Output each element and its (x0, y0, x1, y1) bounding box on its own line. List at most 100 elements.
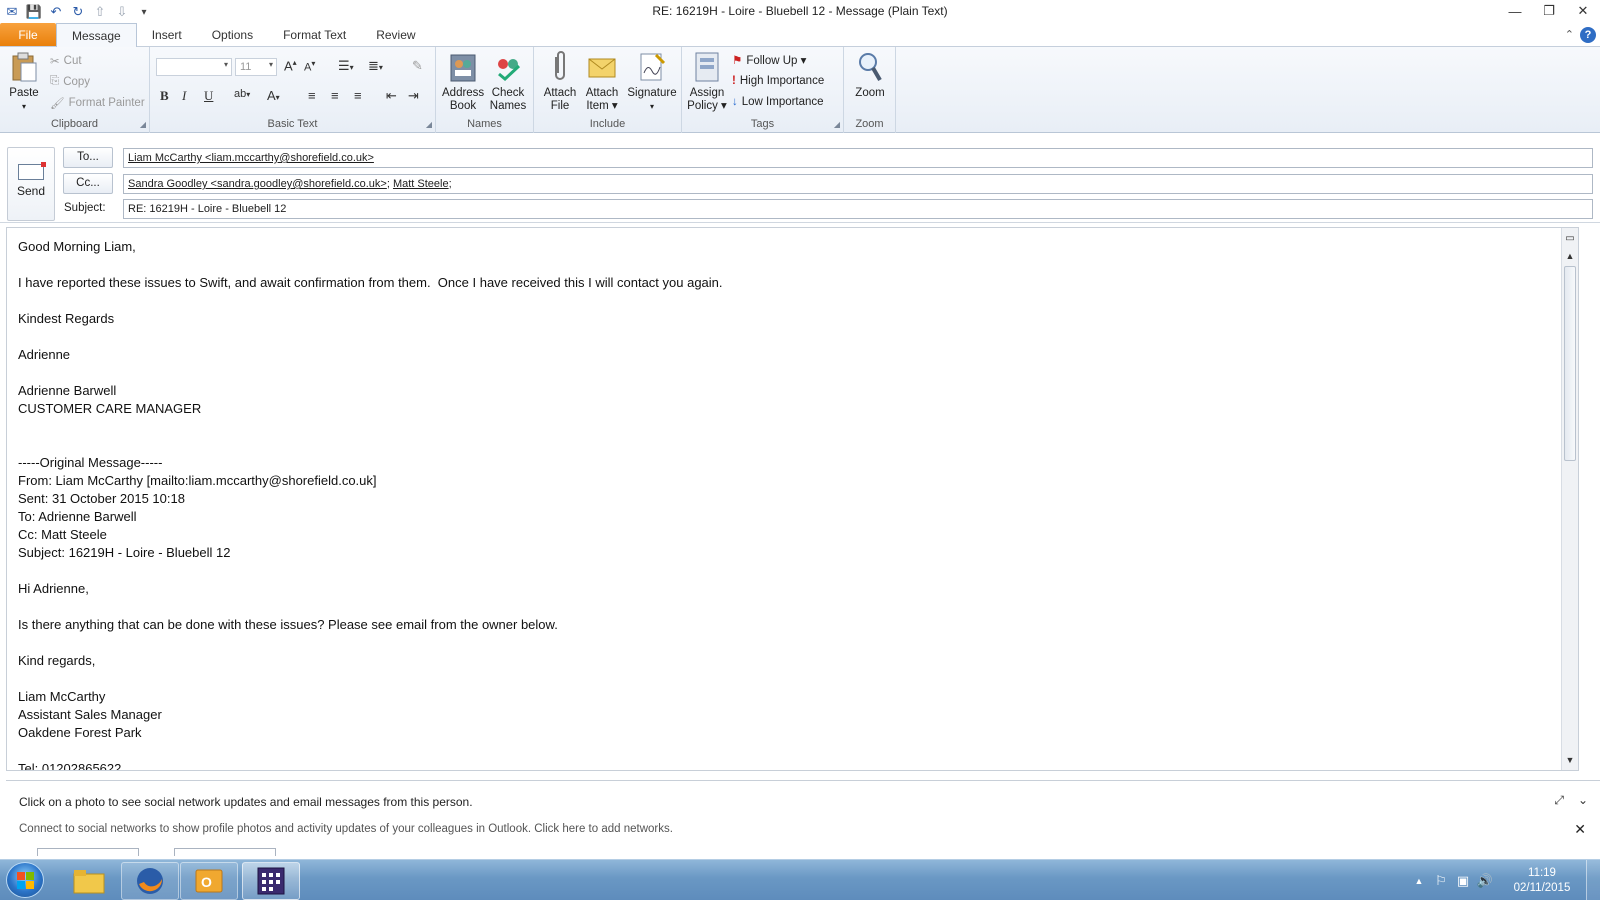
undo-icon[interactable]: ↶ (46, 3, 66, 21)
bullets-icon[interactable]: ☰▾ (338, 58, 354, 74)
zoom-group: Zoom Zoom (844, 47, 896, 133)
increase-indent-icon[interactable]: ⇥ (408, 88, 419, 104)
attach-item-button[interactable]: Attach Item ▾ (582, 51, 622, 113)
body-line: I have reported these issues to Swift, a… (18, 275, 723, 290)
previous-item-icon[interactable]: ⇧ (90, 3, 110, 21)
to-button[interactable]: To... (63, 146, 113, 168)
clock[interactable]: 11:19 02/11/2015 (1502, 866, 1582, 896)
underline-icon[interactable]: U (204, 88, 213, 104)
cc-field[interactable]: Sandra Goodley <sandra.goodley@shorefiel… (123, 174, 1593, 194)
calendar-app-taskbar-button[interactable] (242, 862, 300, 900)
align-center-icon[interactable]: ≡ (331, 88, 339, 103)
volume-icon[interactable]: 🔊 (1474, 871, 1496, 891)
include-group: Attach File Attach Item ▾ Signature ▾ In… (534, 47, 682, 133)
tab-file[interactable]: File (0, 23, 56, 46)
signature-button[interactable]: Signature ▾ (624, 51, 680, 113)
send-label: Send (16, 184, 46, 198)
network-icon[interactable]: ▣ (1452, 871, 1474, 891)
body-text[interactable]: Good Morning Liam, I have reported these … (18, 238, 723, 770)
tab-review[interactable]: Review (361, 23, 430, 46)
tab-options[interactable]: Options (197, 23, 268, 46)
font-color-icon[interactable]: A▾ (267, 88, 280, 103)
down-arrow-icon: ↓ (732, 96, 738, 108)
clear-formatting-icon[interactable]: ✎ (412, 58, 423, 74)
show-hidden-icons-icon[interactable]: ▲ (1408, 871, 1430, 891)
message-body[interactable]: Good Morning Liam, I have reported these … (6, 227, 1579, 771)
minimize-icon[interactable]: — (1498, 0, 1532, 22)
window-controls: — ❐ ✕ (1498, 0, 1600, 22)
outlook-window-icon[interactable]: ✉ (2, 3, 22, 21)
vertical-scrollbar[interactable]: ▭ ▲ ▼ (1561, 228, 1578, 770)
to-field[interactable]: Liam McCarthy <liam.mccarthy@shorefield.… (123, 148, 1593, 168)
zoom-button[interactable]: Zoom (848, 51, 892, 100)
align-left-icon[interactable]: ≡ (308, 88, 316, 103)
assign-policy-button[interactable]: Assign Policy ▾ (686, 51, 728, 113)
highlight-icon[interactable]: ab▾ (234, 88, 250, 100)
follow-up-button[interactable]: ⚑ Follow Up ▾ (732, 53, 806, 67)
format-painter-button[interactable]: 🖌 Format Painter (50, 96, 145, 110)
expand-icon[interactable]: ⤢ (1554, 793, 1564, 808)
scroll-up-icon[interactable]: ▲ (1562, 248, 1578, 264)
cut-label: Cut (63, 55, 82, 67)
address-book-button[interactable]: Address Book (442, 51, 484, 113)
font-size-combo[interactable]: 11 ▾ (235, 58, 277, 76)
send-button[interactable]: Send (7, 147, 55, 221)
people-tab[interactable] (174, 848, 276, 856)
split-view-icon[interactable]: ▭ (1562, 230, 1578, 246)
align-right-icon[interactable]: ≡ (354, 88, 362, 103)
body-line: Hi Adrienne, (18, 581, 89, 596)
close-icon[interactable]: ✕ (1566, 0, 1600, 22)
cc-recipient[interactable]: Matt Steele (393, 178, 449, 190)
low-importance-button[interactable]: ↓ Low Importance (732, 96, 824, 108)
bold-icon[interactable]: B (160, 88, 169, 104)
check-names-button[interactable]: Check Names (486, 51, 530, 113)
help-icon[interactable]: ? (1580, 26, 1596, 43)
high-importance-button[interactable]: ! High Importance (732, 75, 824, 87)
tab-insert[interactable]: Insert (137, 23, 197, 46)
to-recipient[interactable]: Liam McCarthy <liam.mccarthy@shorefield.… (128, 152, 374, 164)
cc-button[interactable]: Cc... (63, 172, 113, 194)
cc-recipient[interactable]: Sandra Goodley <sandra.goodley@shorefiel… (128, 178, 387, 190)
scroll-down-icon[interactable]: ▼ (1562, 752, 1578, 768)
close-icon[interactable]: ✕ (1574, 821, 1586, 838)
body-line: Adrienne Barwell (18, 383, 117, 398)
dialog-launcher-icon[interactable]: ◢ (834, 120, 840, 129)
attach-file-button[interactable]: Attach File (540, 51, 580, 113)
tab-format-text[interactable]: Format Text (268, 23, 361, 46)
firefox-taskbar-button[interactable] (121, 862, 179, 900)
next-item-icon[interactable]: ⇩ (112, 3, 132, 21)
quick-access-toolbar: ✉ 💾 ↶ ↻ ⇧ ⇩ ▾ (0, 3, 154, 21)
body-line: -----Original Message----- (18, 455, 163, 470)
start-button[interactable] (6, 862, 44, 898)
font-name-combo[interactable]: ▾ (156, 58, 232, 76)
save-icon[interactable]: 💾 (24, 3, 44, 21)
attach-item-label-2: Item ▾ (586, 100, 618, 112)
grow-font-icon[interactable]: A▴ (284, 58, 297, 73)
chevron-down-icon[interactable]: ⌄ (1578, 793, 1588, 808)
customize-toolbar-icon[interactable]: ▾ (134, 3, 154, 21)
action-center-flag-icon[interactable]: ⚐ (1430, 871, 1452, 891)
subject-field[interactable]: RE: 16219H - Loire - Bluebell 12 (123, 199, 1593, 219)
shrink-font-icon[interactable]: A▾ (304, 59, 315, 74)
tab-message[interactable]: Message (56, 23, 137, 47)
redo-icon[interactable]: ↻ (68, 3, 88, 21)
dialog-launcher-icon[interactable]: ◢ (426, 120, 432, 129)
dialog-launcher-icon[interactable]: ◢ (140, 120, 146, 129)
outlook-taskbar-button[interactable]: O (180, 862, 238, 900)
italic-icon[interactable]: I (182, 88, 186, 104)
paste-button[interactable]: Paste ▾ (6, 51, 42, 113)
connect-networks-link[interactable]: Connect to social networks to show profi… (19, 823, 673, 835)
explorer-taskbar-button[interactable] (60, 862, 118, 900)
minimize-ribbon-icon[interactable]: ⌃ (1565, 28, 1574, 41)
numbering-icon[interactable]: ≣▾ (368, 58, 383, 74)
copy-button[interactable]: ⎘ Copy (50, 75, 90, 88)
restore-icon[interactable]: ❐ (1532, 0, 1566, 22)
people-tab[interactable] (37, 848, 139, 856)
scroll-thumb[interactable] (1564, 266, 1576, 461)
cut-button[interactable]: ✂ Cut (50, 54, 82, 68)
decrease-indent-icon[interactable]: ⇤ (386, 88, 397, 104)
check-names-label-2: Names (489, 100, 527, 112)
show-desktop-button[interactable] (1586, 860, 1600, 900)
